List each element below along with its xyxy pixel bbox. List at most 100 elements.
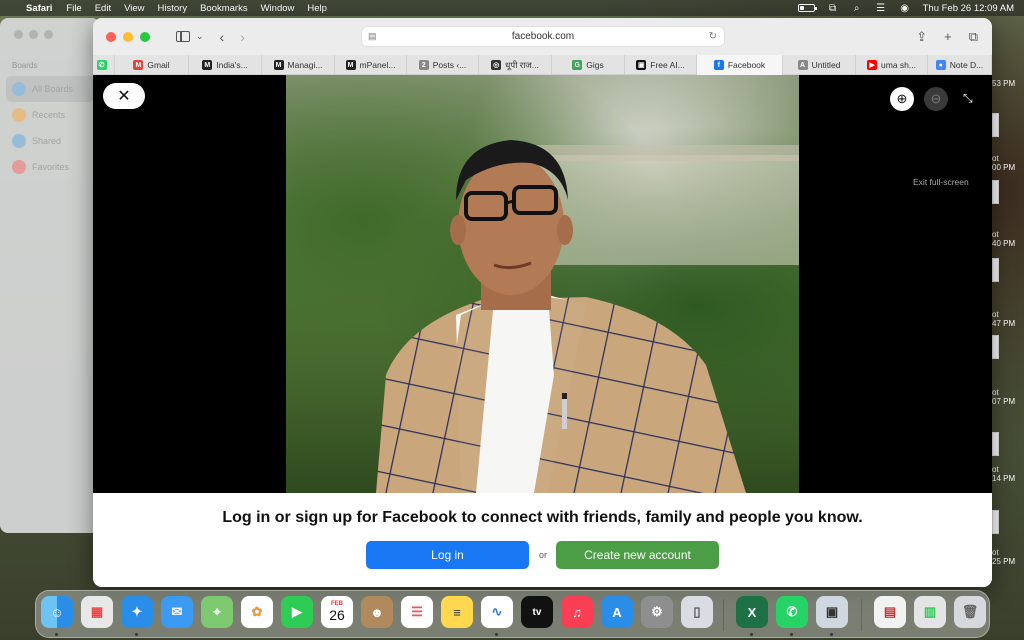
file-label[interactable]: ot 47 PM [990,310,1024,328]
trash-icon[interactable]: 🗑 [954,596,986,628]
dock-separator [723,599,724,631]
file-label[interactable]: ot 00 PM [990,154,1024,172]
menu-edit[interactable]: Edit [95,3,111,14]
downloads-stack-icon[interactable]: ▥ [914,596,946,628]
file-label[interactable]: ot53 PM [990,70,1024,88]
file-icon[interactable] [992,113,999,137]
create-account-button[interactable]: Create new account [556,541,719,569]
sidebar-item-recents[interactable]: Recents [0,102,100,128]
new-tab-icon[interactable]: + [944,29,952,45]
menu-history[interactable]: History [158,3,188,14]
reload-icon[interactable]: ↻ [709,31,717,42]
preview-icon[interactable]: ▣ [816,596,848,628]
browser-tab[interactable]: 2 Posts ‹... [407,55,479,75]
safari-window[interactable]: ⌄ ‹ › ▤ facebook.com ↻ ⇪ + ⧉ ✆ M Gmail M Ind… [93,18,992,587]
zoom-window-button[interactable] [140,31,150,42]
file-label[interactable]: ot 07 PM [990,388,1024,406]
file-icon[interactable] [992,180,999,204]
browser-tab[interactable]: A Untitled [783,55,856,75]
sidebar-item-favorites[interactable]: Favorites [0,154,100,180]
tab-label: Posts ‹... [432,60,467,70]
m-icon: M [273,60,284,70]
facetime-icon[interactable]: ▶ [281,596,313,628]
app-store-icon[interactable]: A [601,596,633,628]
background-freeform-window[interactable]: Boards All Boards Recents Shared Favorit… [0,18,100,533]
contacts-icon[interactable]: ☻ [361,596,393,628]
calendar-icon[interactable]: FEB 26 [321,596,353,628]
photos-icon[interactable]: ✿ [241,596,273,628]
address-bar[interactable]: ▤ facebook.com ↻ [361,26,725,47]
browser-tab[interactable]: f Facebook [697,55,783,75]
login-prompt: Log in or sign up for Facebook to connec… [93,493,992,587]
battery-icon[interactable] [797,4,817,12]
browser-tab[interactable]: M India's... [189,55,262,75]
browser-tab[interactable]: ▶ uma sh... [856,55,928,75]
file-icon[interactable] [992,258,999,282]
iphone-mirroring-icon[interactable]: ▯ [681,596,713,628]
notes-icon[interactable]: ≡ [441,596,473,628]
launchpad-icon[interactable]: ▦ [81,596,113,628]
system-settings-icon[interactable]: ⚙ [641,596,673,628]
tab-label: Note D... [949,60,984,70]
profile-photo[interactable] [286,75,799,493]
excel-icon[interactable]: X [736,596,768,628]
browser-tab[interactable]: MmPanel... [335,55,407,75]
reminders-icon[interactable]: ☰ [401,596,433,628]
document-stack-icon[interactable]: ▤ [874,596,906,628]
people-icon [12,134,26,148]
siri-icon[interactable]: ◉ [899,3,911,14]
freeform-icon[interactable]: ∿ [481,596,513,628]
browser-tab[interactable]: M Gmail [115,55,189,75]
maps-icon[interactable]: ⌖ [201,596,233,628]
menu-file[interactable]: File [66,3,81,14]
menu-bookmarks[interactable]: Bookmarks [200,3,248,14]
file-label[interactable]: ot 40 PM [990,230,1024,248]
browser-tab[interactable]: ✆ [93,55,115,75]
close-window-button[interactable] [106,31,116,42]
menu-help[interactable]: Help [307,3,327,14]
exit-fullscreen-icon[interactable]: ⤡ [963,91,973,106]
browser-tab[interactable]: ◎ धूपी राज... [479,55,552,75]
file-label[interactable]: ot 25 PM [990,548,1024,566]
safari-icon[interactable]: ✦ [121,596,153,628]
file-label[interactable]: ot 14 PM [990,465,1024,483]
whatsapp-icon[interactable]: ✆ [776,596,808,628]
dock: ☺ ▦ ✦ ✉ ⌖ ✿ ▶ FEB 26 ☻ ☰ ≡ ∿ tv ♫ A ⚙ ▯ … [35,590,990,638]
menu-view[interactable]: View [124,3,144,14]
menu-window[interactable]: Window [261,3,295,14]
browser-tab[interactable]: M Managi... [262,55,335,75]
mail-icon[interactable]: ✉ [161,596,193,628]
zoom-in-button[interactable]: ⊕ [890,87,914,111]
browser-tab[interactable]: ▣ Free AI... [625,55,697,75]
zoom-out-button[interactable]: ⊖ [924,87,948,111]
screen-mirroring-icon[interactable]: ⧉ [827,3,839,14]
close-viewer-button[interactable]: ✕ [103,83,145,109]
file-icon[interactable] [992,432,999,456]
login-prompt-message: Log in or sign up for Facebook to connec… [222,509,863,526]
sidebar-item-shared[interactable]: Shared [0,128,100,154]
chevron-down-icon[interactable]: ⌄ [196,31,204,42]
file-label-line: ot [992,310,999,319]
sidebar-item-all-boards[interactable]: All Boards [6,76,94,102]
tab-overview-icon[interactable]: ⧉ [969,29,978,45]
menu-clock[interactable]: Thu Feb 26 12:09 AM [923,3,1014,14]
forward-button[interactable]: › [240,29,245,45]
page-menu-icon[interactable]: ▤ [368,31,377,42]
share-icon[interactable]: ⇪ [916,29,927,45]
menu-app-name[interactable]: Safari [26,3,52,14]
search-icon[interactable]: ⌕ [851,3,863,14]
music-icon[interactable]: ♫ [561,596,593,628]
file-label-line: 14 PM [992,474,1016,483]
file-icon[interactable] [992,510,999,534]
back-button[interactable]: ‹ [220,29,225,45]
minimize-window-button[interactable] [123,31,133,42]
finder-icon[interactable]: ☺ [41,596,73,628]
sidebar-toggle-icon[interactable] [176,31,190,42]
tab-label: Managi... [287,60,323,70]
control-center-icon[interactable]: ☰ [875,3,887,14]
browser-tab[interactable]: ● Note D... [928,55,992,75]
file-icon[interactable] [992,335,999,359]
browser-tab[interactable]: G Gigs [552,55,625,75]
apple-tv-icon[interactable]: tv [521,596,553,628]
login-button[interactable]: Log in [366,541,529,569]
